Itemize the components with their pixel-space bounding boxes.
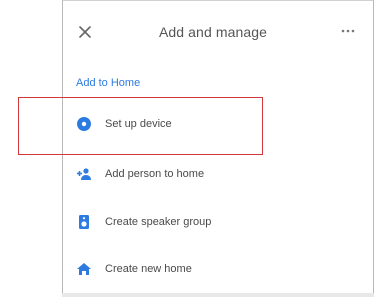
add-person-to-home-label: Add person to home xyxy=(105,168,205,180)
close-icon[interactable] xyxy=(76,23,94,41)
section-title-add-to-home: Add to Home xyxy=(76,77,141,89)
add-person-icon xyxy=(77,168,91,180)
add-and-manage-panel: Add and manage Add to Home Set up device xyxy=(62,0,374,297)
create-new-home-label: Create new home xyxy=(105,263,192,275)
set-up-device-item[interactable]: Set up device xyxy=(63,106,373,146)
home-icon xyxy=(77,263,91,275)
create-speaker-group-label: Create speaker group xyxy=(105,216,212,228)
more-horizontal-icon[interactable] xyxy=(338,24,358,38)
page-title: Add and manage xyxy=(158,24,268,40)
speaker-group-icon xyxy=(79,215,89,229)
screen: Add and manage Add to Home Set up device xyxy=(0,0,375,297)
create-speaker-group-item[interactable]: Create speaker group xyxy=(63,204,373,244)
create-new-home-item[interactable]: Create new home xyxy=(63,251,373,291)
add-person-to-home-item[interactable]: Add person to home xyxy=(63,156,373,196)
set-up-device-label: Set up device xyxy=(105,118,172,130)
panel-header: Add and manage xyxy=(63,1,373,63)
device-setup-icon xyxy=(77,117,91,131)
bottom-divider xyxy=(62,293,374,297)
